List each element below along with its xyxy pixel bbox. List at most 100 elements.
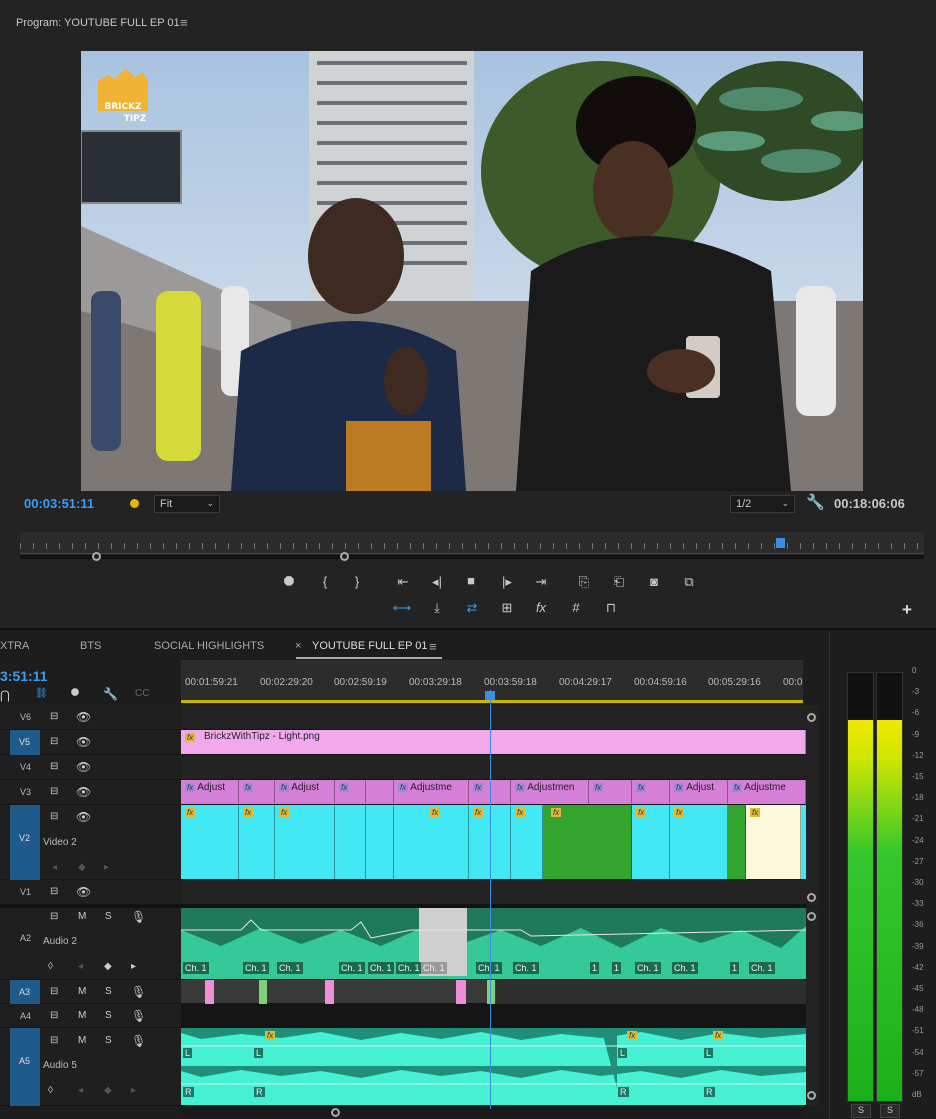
- scroll-handle[interactable]: [331, 1108, 340, 1117]
- linked-selection-icon[interactable]: ⛓: [35, 688, 48, 699]
- zoom-scrollbar[interactable]: [20, 555, 924, 559]
- microphone-icon[interactable]: 🎙: [131, 910, 146, 924]
- solo-button[interactable]: S: [105, 911, 112, 922]
- eye-icon[interactable]: 👁: [76, 735, 91, 749]
- lane-v1[interactable]: [181, 880, 806, 905]
- lane-v5[interactable]: fx BrickzWithTipz - Light.png: [181, 730, 806, 755]
- lift-button[interactable]: ⎘: [574, 574, 594, 590]
- scroll-handle-bottom[interactable]: [807, 1091, 816, 1100]
- clip-adjustment[interactable]: fx Adjust: [181, 780, 239, 804]
- clip-adjustment[interactable]: fx Adjustmen: [511, 780, 589, 804]
- overwrite-button[interactable]: ⇄: [462, 600, 482, 616]
- add-keyframe-icon[interactable]: ◆: [78, 862, 86, 873]
- snap-magnet-icon[interactable]: ⋂: [0, 688, 10, 702]
- next-keyframe-icon[interactable]: ▸: [104, 862, 109, 873]
- clip-video[interactable]: [366, 805, 394, 879]
- track-label[interactable]: V1: [20, 887, 31, 897]
- clip-adjustment[interactable]: fx: [589, 780, 632, 804]
- sync-lock-icon[interactable]: ⊟: [50, 886, 58, 897]
- scroll-handle-top[interactable]: [807, 912, 816, 921]
- track-label[interactable]: A5: [10, 1028, 40, 1106]
- volume-keyframe-icon[interactable]: ◊: [48, 961, 53, 972]
- track-label[interactable]: V5: [10, 730, 40, 755]
- track-label[interactable]: V3: [20, 787, 31, 797]
- program-playhead[interactable]: [776, 538, 785, 548]
- microphone-icon[interactable]: 🎙: [131, 1009, 146, 1023]
- sync-lock-icon[interactable]: ⊟: [50, 986, 58, 997]
- clip-video[interactable]: fx: [511, 805, 543, 879]
- clip-video[interactable]: fx: [275, 805, 335, 879]
- mute-button[interactable]: M: [78, 911, 86, 922]
- sync-lock-icon[interactable]: ⊟: [50, 736, 58, 747]
- zoom-level-select[interactable]: Fit ⌄: [154, 495, 220, 513]
- sequence-menu-icon[interactable]: ≡: [429, 639, 437, 654]
- track-label[interactable]: A2: [20, 933, 31, 943]
- panel-menu-icon[interactable]: ≡: [180, 15, 188, 30]
- ruler-button[interactable]: ⊓: [601, 600, 621, 616]
- clip-video-nested[interactable]: fx: [543, 805, 632, 879]
- step-forward-button[interactable]: |▸: [497, 574, 517, 590]
- button-editor-add-button[interactable]: +: [902, 600, 912, 620]
- solo-button[interactable]: S: [105, 1035, 112, 1046]
- clip-video[interactable]: [335, 805, 366, 879]
- prev-keyframe-icon[interactable]: ◂: [78, 961, 83, 972]
- safe-margins-button[interactable]: ⊞: [497, 600, 517, 616]
- solo-button[interactable]: S: [105, 986, 112, 997]
- export-frame-camera-icon[interactable]: ◙: [644, 574, 664, 589]
- solo-right-button[interactable]: S: [880, 1104, 900, 1118]
- clip-adjustment[interactable]: fx: [632, 780, 670, 804]
- captions-icon[interactable]: CC: [135, 688, 149, 699]
- mark-in-button[interactable]: {: [315, 574, 335, 589]
- clip-adjustment[interactable]: fx Adjustme: [728, 780, 806, 804]
- playhead-timecode[interactable]: 00:03:51:11: [24, 496, 94, 511]
- sync-lock-icon[interactable]: ⊟: [50, 786, 58, 797]
- clip-audio-short[interactable]: [205, 980, 214, 1004]
- stop-button[interactable]: ■: [461, 573, 481, 588]
- video-tracks-scrollbar[interactable]: [806, 705, 818, 905]
- go-to-out-button[interactable]: ⇥: [531, 574, 551, 590]
- sync-lock-icon[interactable]: ⊟: [50, 711, 58, 722]
- clip-video[interactable]: fx: [239, 805, 275, 879]
- lane-v2[interactable]: fx fx fx fx fx fx fx fx fx fx: [181, 805, 806, 880]
- track-label[interactable]: V2: [10, 805, 40, 880]
- timeline-playhead[interactable]: [485, 691, 495, 700]
- clip-video[interactable]: fx: [632, 805, 670, 879]
- sync-lock-icon[interactable]: ⊟: [50, 761, 58, 772]
- prev-keyframe-icon[interactable]: ◂: [52, 862, 57, 873]
- clip-audio-short[interactable]: [325, 980, 334, 1004]
- clip-video-nested[interactable]: [728, 805, 746, 879]
- eye-icon[interactable]: 👁: [76, 810, 91, 824]
- sync-lock-icon[interactable]: ⊟: [50, 911, 58, 922]
- clip-adjustment[interactable]: [366, 780, 394, 804]
- clip-adjustment[interactable]: fx: [335, 780, 366, 804]
- eye-icon[interactable]: 👁: [76, 710, 91, 724]
- add-marker-icon[interactable]: ⯃: [71, 688, 79, 699]
- comparison-view-button[interactable]: ⧉: [679, 574, 699, 590]
- eye-icon[interactable]: 👁: [76, 760, 91, 774]
- mute-button[interactable]: M: [78, 1035, 86, 1046]
- clip-adjustment[interactable]: fx Adjust: [670, 780, 728, 804]
- loop-playback-button[interactable]: ⟷: [392, 600, 412, 616]
- clip-audio-short[interactable]: [487, 980, 495, 1004]
- sync-lock-icon[interactable]: ⊟: [50, 1035, 58, 1046]
- lane-v6[interactable]: [181, 705, 806, 730]
- fx-bypass-button[interactable]: fx: [531, 600, 551, 615]
- timeline-timecode[interactable]: 3:51:11: [0, 668, 47, 684]
- settings-wrench-icon[interactable]: 🔧: [806, 493, 825, 511]
- track-label[interactable]: V6: [20, 712, 31, 722]
- mute-button[interactable]: M: [78, 986, 86, 997]
- lane-v4[interactable]: [181, 755, 806, 780]
- clip-audio-short[interactable]: [259, 980, 267, 1004]
- volume-keyframe-icon[interactable]: ◊: [48, 1085, 53, 1096]
- eye-icon[interactable]: 👁: [76, 885, 91, 899]
- zoom-handle-right[interactable]: [340, 552, 349, 561]
- tab-xtra[interactable]: XTRA: [0, 640, 29, 652]
- clip-video[interactable]: fx: [670, 805, 728, 879]
- audio-tracks-scrollbar[interactable]: [806, 908, 818, 1106]
- go-to-in-button[interactable]: ⇤: [393, 574, 413, 590]
- track-label[interactable]: A4: [20, 1011, 31, 1021]
- lane-a4[interactable]: [181, 1004, 806, 1028]
- add-keyframe-icon[interactable]: ◆: [104, 1085, 112, 1096]
- clip-adjustment[interactable]: fx Adjust: [275, 780, 335, 804]
- sync-lock-icon[interactable]: ⊟: [50, 811, 58, 822]
